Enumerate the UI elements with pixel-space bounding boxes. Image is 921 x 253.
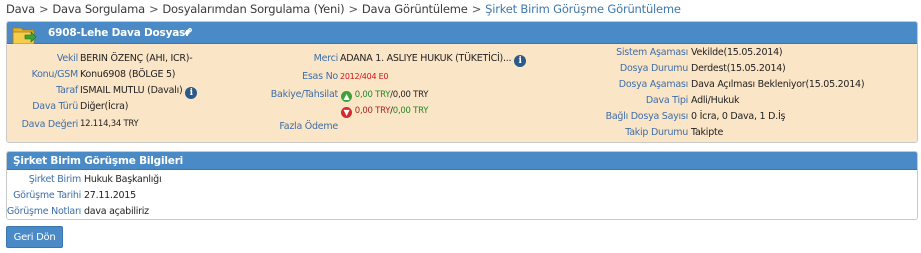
sirket-birim-value: Hukuk Başkanlığı	[84, 174, 162, 185]
taraf-label: Taraf	[56, 85, 78, 96]
merci-info-icon[interactable]: i	[514, 55, 527, 67]
bakiye-row-2: ▼ 0,00 TRY/0,00 TRY	[341, 105, 428, 118]
bakiye-label: Bakiye/Tahsilat	[270, 89, 339, 100]
breadcrumb-separator: >	[471, 2, 482, 16]
sirket-birim-label: Şirket Birim	[28, 174, 82, 185]
meeting-panel-body: Şirket Birim Hukuk Başkanlığı Görüşme Ta…	[6, 170, 917, 219]
dosya-durumu-value: Derdest(15.05.2014)	[691, 63, 786, 74]
dava-degeri-value: 12.114,34 TRY	[80, 119, 139, 129]
bagli-dosya-value: 0 İcra, 0 Dava, 1 D.İş	[691, 111, 786, 122]
case-panel-body: Vekil BERIN ÖZENÇ (AHI, ICR)- Konu/GSM K…	[7, 44, 917, 142]
vekil-label: Vekil	[56, 53, 78, 64]
case-title: 6908-Lehe Dava Dosyası	[48, 27, 189, 39]
dava-turu-label: Dava Türü	[32, 101, 78, 112]
link-icon[interactable]	[183, 26, 194, 40]
breadcrumb-separator: >	[348, 2, 358, 16]
esas-no-label: Esas No	[302, 71, 338, 82]
esas-no-value: 2012/404 E0	[340, 72, 389, 81]
merci-value: ADANA 1. ASLIYE HUKUK (TÜKETİCİ)... i	[340, 53, 527, 67]
meeting-panel: Şirket Birim Görüşme Bilgileri Şirket Bi…	[6, 151, 918, 220]
sistem-asamasi-value: Vekilde(15.05.2014)	[691, 47, 783, 58]
gorusme-notlari-value: dava açabiliriz	[84, 206, 149, 217]
breadcrumb: Dava > Dava Sorgulama > Dosyalarımdan Sorgul…	[6, 2, 681, 18]
dosya-durumu-label: Dosya Durumu	[619, 63, 688, 74]
dava-turu-value: Diğer(İcra)	[80, 101, 129, 112]
back-button[interactable]: Geri Dön	[6, 226, 63, 248]
taraf-info-icon[interactable]: i	[185, 87, 198, 99]
breadcrumb-dava-goruntuleme[interactable]: Dava Görüntüleme	[362, 2, 468, 16]
takip-durumu-value: Takipte	[691, 127, 724, 138]
sistem-asamasi-label: Sistem Aşaması	[616, 47, 688, 58]
merci-label: Merci	[313, 53, 339, 64]
takip-durumu-label: Takip Durumu	[625, 127, 688, 138]
case-panel: 6908-Lehe Dava Dosyası Vekil BERIN ÖZENÇ…	[6, 21, 918, 143]
dava-tipi-label: Dava Tipi	[645, 95, 688, 106]
gorusme-notlari-label: Görüşme Notları	[6, 206, 81, 217]
gorusme-tarihi-value: 27.11.2015	[84, 190, 136, 201]
breadcrumb-separator: >	[38, 2, 49, 16]
arrow-up-icon: ▲	[341, 91, 352, 102]
gorusme-tarihi-label: Görüşme Tarihi	[13, 190, 81, 201]
breadcrumb-dava-sorgulama[interactable]: Dava Sorgulama	[52, 2, 145, 16]
dava-tipi-value: Adli/Hukuk	[691, 95, 740, 106]
meeting-panel-header: Şirket Birim Görüşme Bilgileri	[7, 152, 917, 170]
bakiye-row-1: ▲ 0,00 TRY/0,00 TRY	[341, 89, 428, 102]
konu-gsm-label: Konu/GSM	[31, 69, 79, 80]
case-panel-header: 6908-Lehe Dava Dosyası	[7, 22, 917, 45]
arrow-down-icon: ▼	[341, 107, 352, 118]
dosya-asamasi-value: Dava Açılması Bekleniyor(15.05.2014)	[691, 79, 865, 90]
dava-degeri-label: Dava Değeri	[21, 119, 79, 130]
fazla-odeme-label: Fazla Ödeme	[279, 121, 338, 132]
dosya-asamasi-label: Dosya Aşaması	[618, 79, 688, 90]
breadcrumb-current: Şirket Birim Görüşme Görüntüleme	[485, 2, 681, 16]
bagli-dosya-label: Bağlı Dosya Sayısı	[605, 111, 689, 122]
breadcrumb-dava[interactable]: Dava	[6, 2, 35, 16]
breadcrumb-separator: >	[148, 2, 159, 16]
konu-gsm-value: Konu6908 (BÖLGE 5)	[80, 69, 176, 80]
taraf-value: ISMAIL MUTLU (Davalı) i	[80, 85, 198, 99]
vekil-value: BERIN ÖZENÇ (AHI, ICR)-	[80, 53, 193, 64]
breadcrumb-dosyalarimdan-sorgulama[interactable]: Dosyalarımdan Sorgulama (Yeni)	[162, 2, 344, 16]
